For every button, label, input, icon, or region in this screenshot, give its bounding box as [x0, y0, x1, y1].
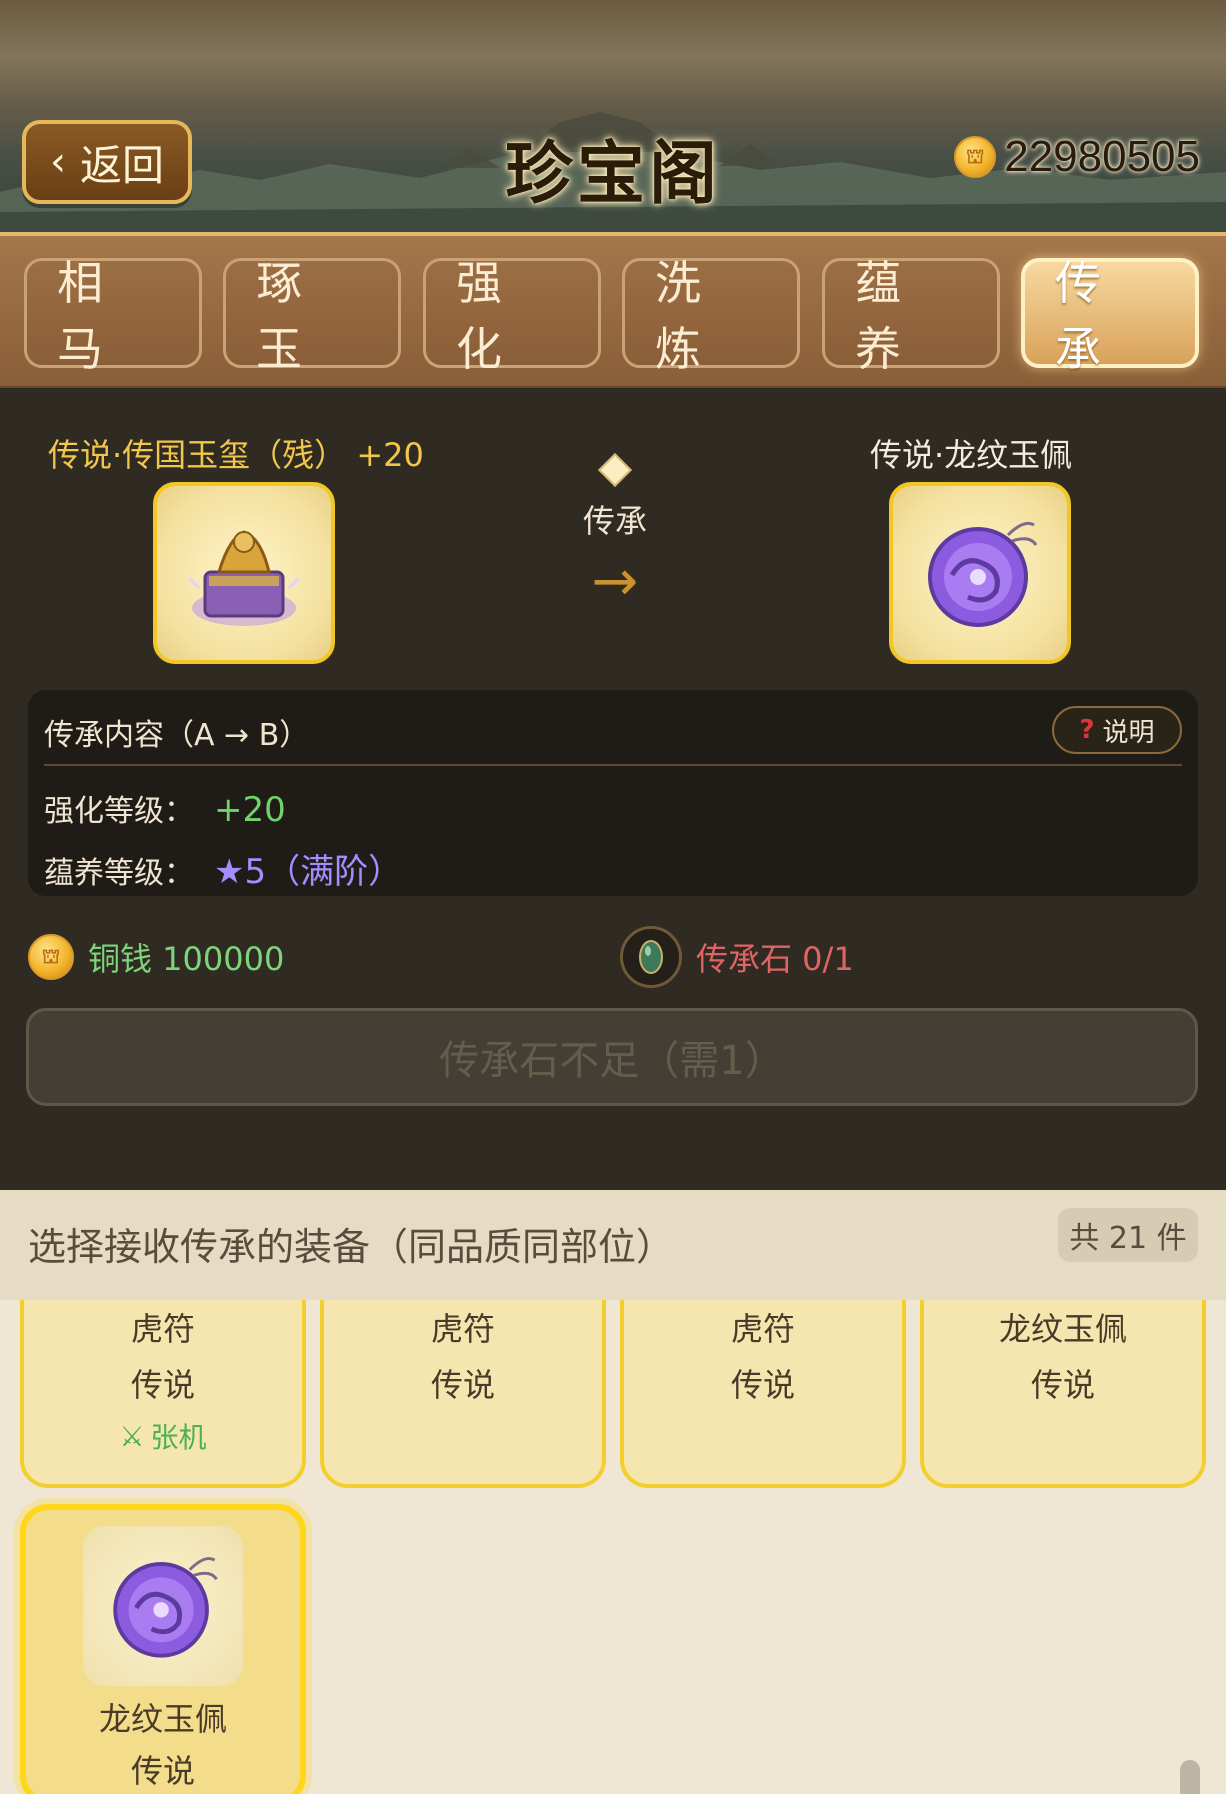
tab-enhance[interactable]: 强化: [423, 256, 601, 376]
equipment-card[interactable]: 虎符 传说: [320, 1300, 606, 1488]
copper-cost: ⛫ 铜钱 100000: [28, 934, 284, 980]
tab-jade-carving[interactable]: 琢玉: [223, 256, 401, 376]
target-item-name: 传说·龙纹玉佩: [870, 436, 1073, 474]
dragon-jade-pendant-icon: [113, 1557, 218, 1658]
copper-coin-icon: ⛫: [28, 934, 74, 980]
divider: [44, 764, 1182, 766]
dragon-jade-pendant-icon: [928, 521, 1038, 627]
enhance-value: +20: [214, 790, 286, 830]
panel-title: 传承内容（A → B）: [44, 718, 310, 753]
equipment-rarity: 传说: [130, 1366, 195, 1404]
stone-cost-text: 传承石 0/1: [696, 940, 854, 978]
source-item-name: 传说·传国玉玺（残） +20: [48, 436, 424, 474]
equipment-rarity: 传说: [1030, 1366, 1095, 1404]
gold-coin-icon: ⛫: [954, 136, 997, 178]
nourish-value: ★5（满阶）: [214, 852, 403, 892]
nourish-label: 蕴养等级：: [44, 856, 194, 891]
owner-name: 张机: [150, 1421, 207, 1454]
tab-refine[interactable]: 洗炼: [622, 256, 800, 376]
coin-balance: ⛫ 22980505: [954, 132, 1200, 182]
equipment-name: 虎符: [730, 1310, 795, 1348]
equipment-rarity: 传说: [430, 1366, 495, 1404]
equipment-name: 虎符: [430, 1310, 495, 1348]
inherit-panel: 传说·传国玉玺（残） +20 传承 → 传说·龙纹玉佩 传承内容（A → B） …: [0, 388, 1226, 1190]
tab-inherit[interactable]: 传承: [1021, 256, 1199, 376]
source-item-slot[interactable]: [153, 482, 335, 664]
equipped-by: ⚔ 张机: [24, 1416, 302, 1456]
enhance-level-row: 强化等级： +20: [44, 786, 286, 830]
inherit-stone-icon: [620, 926, 682, 988]
receiver-select-section: 选择接收传承的装备（同品质同部位） 共 21 件 虎符 传说 ⚔ 张机 虎符 传…: [0, 1190, 1226, 1794]
coin-amount: 22980505: [1004, 132, 1200, 181]
equipment-grid[interactable]: 虎符 传说 ⚔ 张机 虎符 传说 虎符 传说 龙纹玉佩 传说 龙纹玉佩 传说: [0, 1300, 1226, 1794]
tab-bar: 相马 琢玉 强化 洗炼 蕴养 传承: [0, 232, 1226, 388]
inherit-direction: 传承 →: [560, 453, 670, 614]
equipment-name: 龙纹玉佩: [98, 1700, 227, 1738]
equipment-card[interactable]: 龙纹玉佩 传说: [920, 1300, 1206, 1488]
jade-seal-icon: [187, 530, 301, 626]
equipment-card-selected[interactable]: 龙纹玉佩 传说: [20, 1504, 306, 1794]
inherit-content-panel: 传承内容（A → B） ? 说明 强化等级： +20 蕴养等级： ★5（满阶）: [28, 690, 1198, 896]
enhance-label: 强化等级：: [44, 794, 194, 829]
stone-cost: 传承石 0/1: [620, 926, 854, 988]
help-label: 说明: [1102, 717, 1155, 748]
scrollbar[interactable]: [1180, 1760, 1200, 1794]
nourish-level-row: 蕴养等级： ★5（满阶）: [44, 844, 402, 893]
tab-horse[interactable]: 相马: [24, 256, 202, 376]
help-button[interactable]: ? 说明: [1052, 706, 1182, 754]
equipment-card[interactable]: 虎符 传说: [620, 1300, 906, 1488]
item-count-badge: 共 21 件: [1058, 1208, 1198, 1262]
equipment-rarity: 传说: [130, 1752, 195, 1790]
inherit-confirm-button[interactable]: 传承石不足（需1）: [26, 1008, 1198, 1106]
equipment-rarity: 传说: [730, 1366, 795, 1404]
equipment-name: 虎符: [130, 1310, 195, 1348]
equipment-card[interactable]: 虎符 传说 ⚔ 张机: [20, 1300, 306, 1488]
target-item-slot[interactable]: [889, 482, 1071, 664]
select-title: 选择接收传承的装备（同品质同部位）: [28, 1225, 675, 1269]
select-header: 选择接收传承的装备（同品质同部位） 共 21 件: [0, 1190, 1226, 1300]
arrow-right-icon: →: [591, 549, 639, 614]
inherit-label: 传承: [582, 502, 647, 540]
header-banner: ‹ 返回 珍宝阁 ⛫ 22980505: [0, 0, 1226, 232]
diamond-icon: [598, 453, 632, 487]
equipment-thumbnail: [83, 1526, 243, 1686]
tab-nourish[interactable]: 蕴养: [822, 256, 1000, 376]
question-icon: ?: [1079, 715, 1095, 745]
crossed-swords-icon: ⚔: [119, 1419, 145, 1453]
copper-cost-text: 铜钱 100000: [88, 940, 285, 978]
equipment-name: 龙纹玉佩: [998, 1310, 1127, 1348]
